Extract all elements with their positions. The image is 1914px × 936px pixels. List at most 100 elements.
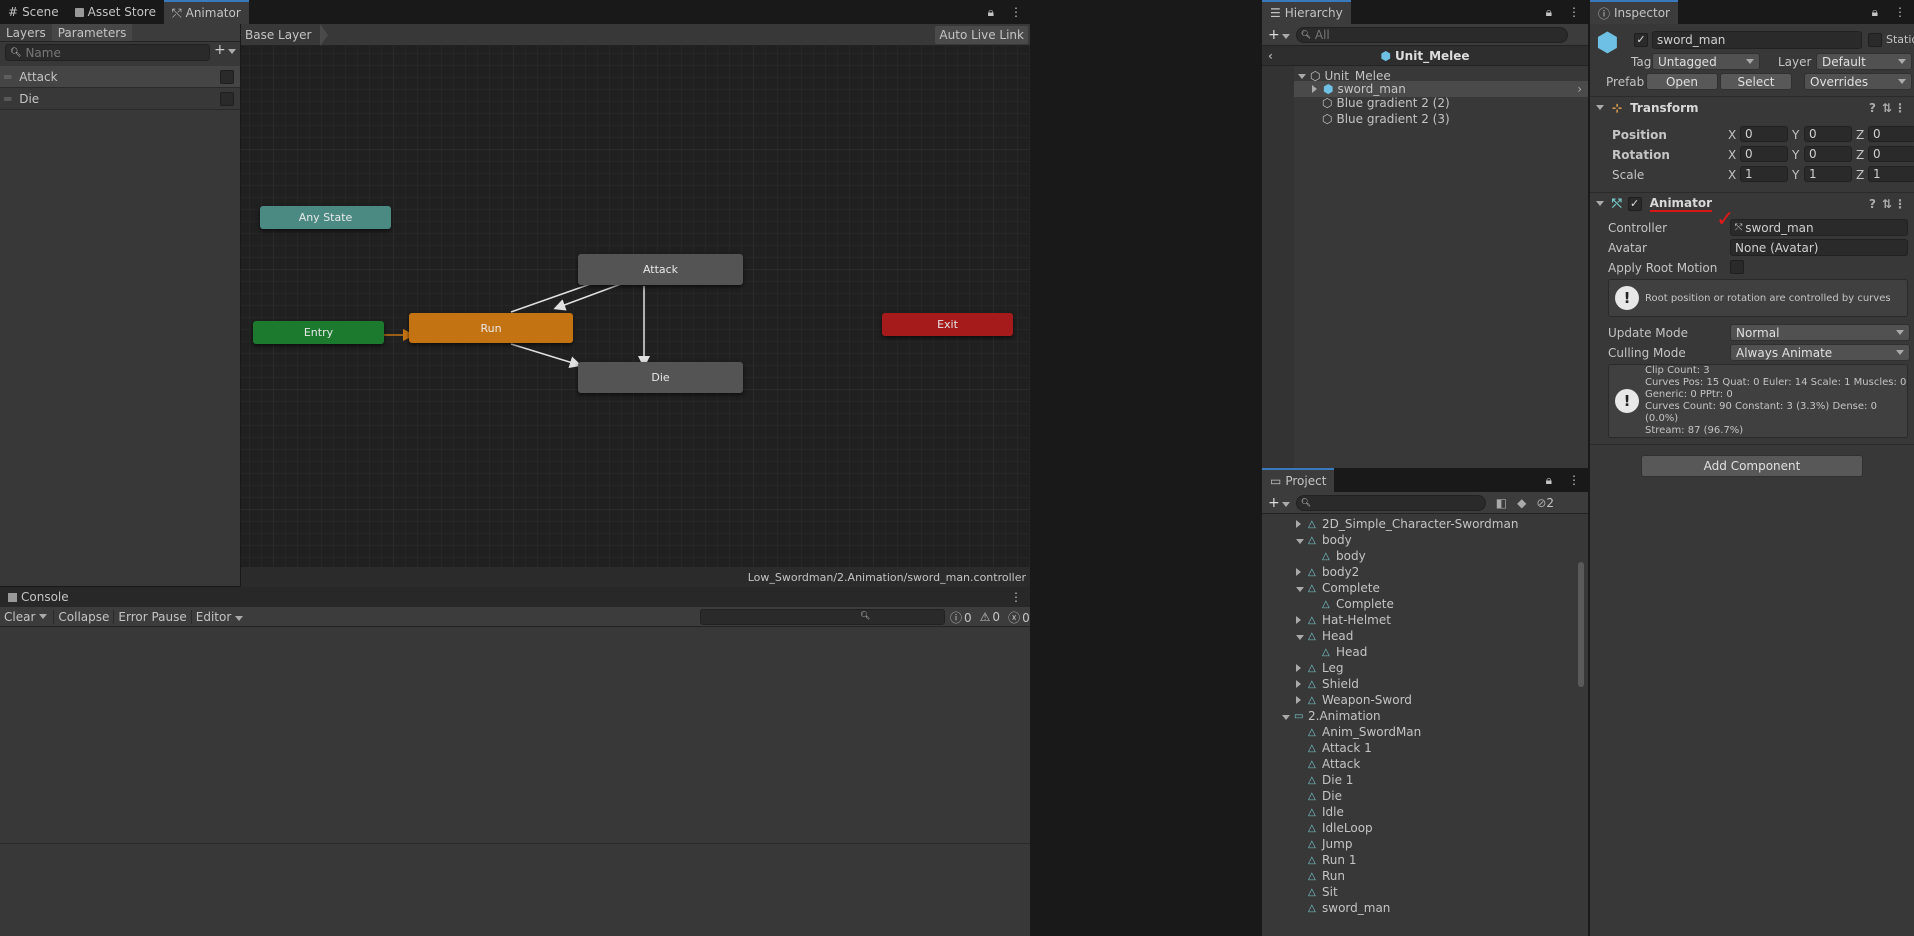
hierarchy-search-input[interactable]: 🔍︎ All: [1295, 26, 1568, 43]
drag-handle-icon[interactable]: ═: [4, 92, 11, 106]
tab-hierarchy[interactable]: ☰ Hierarchy: [1262, 0, 1351, 24]
tag-dropdown[interactable]: Untagged: [1652, 53, 1760, 70]
state-entry[interactable]: Entry: [253, 321, 384, 344]
project-item[interactable]: △ Complete: [1262, 596, 1576, 612]
collapse-arrow-icon[interactable]: [1296, 629, 1308, 643]
add-parameter-button[interactable]: +: [214, 42, 236, 58]
kebab-menu-icon[interactable]: ⋮: [1002, 587, 1030, 607]
animator-enabled-checkbox[interactable]: ✓: [1627, 196, 1642, 211]
tab-animator[interactable]: ⤲ Animator: [164, 0, 249, 24]
project-item[interactable]: △ Head: [1262, 628, 1576, 644]
kebab-menu-icon[interactable]: ⋮: [1002, 0, 1030, 24]
back-arrow-icon[interactable]: ‹: [1268, 49, 1273, 63]
update-mode-dropdown[interactable]: Normal: [1730, 324, 1910, 341]
avatar-field[interactable]: None (Avatar): [1730, 239, 1908, 256]
clear-options-dropdown[interactable]: [39, 614, 48, 619]
collapse-arrow-icon[interactable]: [1282, 709, 1294, 723]
lock-icon[interactable]: 🔒︎: [980, 0, 1002, 24]
preset-icon[interactable]: ⇅: [1882, 197, 1892, 211]
drag-handle-icon[interactable]: ═: [4, 70, 11, 84]
project-item[interactable]: △ IdleLoop: [1262, 820, 1576, 836]
kebab-menu-icon[interactable]: ⋮: [1560, 0, 1588, 24]
project-item[interactable]: △ 2D_Simple_Character-Swordman: [1262, 516, 1576, 532]
object-name-field[interactable]: sword_man: [1652, 31, 1862, 49]
project-item[interactable]: △ Weapon-Sword: [1262, 692, 1576, 708]
project-item[interactable]: △ body: [1262, 532, 1576, 548]
console-info-toggle[interactable]: ⓘ 0: [950, 609, 972, 626]
attack-to-run-transition[interactable]: [553, 283, 622, 311]
expand-arrow-icon[interactable]: [1296, 661, 1308, 675]
project-item[interactable]: △ body2: [1262, 564, 1576, 580]
open-prefab-button[interactable]: Open: [1646, 73, 1718, 90]
transform-scl-field[interactable]: 1: [1868, 166, 1914, 182]
parameter-row-die[interactable]: ═ Die: [0, 88, 240, 110]
lock-icon[interactable]: 🔒︎: [1864, 0, 1886, 24]
project-item[interactable]: △ Complete: [1262, 580, 1576, 596]
project-item[interactable]: △ Idle: [1262, 804, 1576, 820]
tab-parameters[interactable]: Parameters: [51, 24, 133, 41]
lock-icon[interactable]: 🔒︎: [1538, 0, 1560, 24]
culling-mode-dropdown[interactable]: Always Animate: [1730, 344, 1910, 361]
tab-inspector[interactable]: ⓘ Inspector: [1590, 0, 1678, 24]
create-button[interactable]: +: [1268, 27, 1290, 43]
project-search-input[interactable]: 🔍︎: [1295, 494, 1486, 511]
select-prefab-button[interactable]: Select: [1720, 73, 1792, 90]
clear-button[interactable]: Clear: [0, 610, 39, 624]
trigger-checkbox[interactable]: [220, 70, 234, 84]
preset-icon[interactable]: ⇅: [1882, 101, 1892, 115]
scrollbar[interactable]: [1578, 562, 1584, 687]
kebab-menu-icon[interactable]: ⋮: [1886, 0, 1914, 24]
static-checkbox[interactable]: [1868, 33, 1882, 47]
overrides-dropdown[interactable]: Overrides: [1804, 73, 1912, 90]
project-item[interactable]: △ Die: [1262, 788, 1576, 804]
project-item[interactable]: △ Attack 1: [1262, 740, 1576, 756]
project-item[interactable]: △ Run: [1262, 868, 1576, 884]
project-item[interactable]: △ Shield: [1262, 676, 1576, 692]
project-item[interactable]: △ body: [1262, 548, 1576, 564]
kebab-menu-icon[interactable]: ⋮: [1894, 101, 1906, 115]
expand-arrow-icon[interactable]: [1296, 677, 1308, 691]
transform-pos-field[interactable]: 0: [1804, 126, 1852, 142]
project-item[interactable]: △ Run 1: [1262, 852, 1576, 868]
project-item[interactable]: △ Anim_SwordMan: [1262, 724, 1576, 740]
project-item[interactable]: △ Head: [1262, 644, 1576, 660]
console-warning-toggle[interactable]: ⚠ 0: [980, 610, 1000, 624]
expand-arrow-icon[interactable]: [1296, 517, 1308, 531]
state-run[interactable]: Run: [409, 313, 573, 343]
project-item[interactable]: △ Sit: [1262, 884, 1576, 900]
project-item[interactable]: △ Jump: [1262, 836, 1576, 852]
project-item[interactable]: △ Attack: [1262, 756, 1576, 772]
trigger-checkbox[interactable]: [220, 92, 234, 106]
collapse-arrow-icon[interactable]: [1296, 581, 1308, 595]
project-item[interactable]: △ sword_man: [1262, 900, 1576, 916]
active-checkbox[interactable]: ✓: [1634, 33, 1648, 47]
run-to-die-transition[interactable]: [510, 343, 582, 368]
transform-scl-field[interactable]: 1: [1740, 166, 1788, 182]
collapse-arrow-icon[interactable]: [1296, 533, 1308, 547]
animator-component-header[interactable]: ⤲ ✓ Animator ? ⇅ ⋮: [1590, 192, 1914, 214]
kebab-menu-icon[interactable]: ⋮: [1560, 468, 1588, 492]
expand-arrow-icon[interactable]: [1296, 613, 1308, 627]
help-icon[interactable]: ?: [1869, 101, 1876, 115]
state-attack[interactable]: Attack: [578, 254, 743, 285]
project-item[interactable]: △ Hat-Helmet: [1262, 612, 1576, 628]
project-item[interactable]: △ Die 1: [1262, 772, 1576, 788]
state-any-state[interactable]: Any State: [260, 206, 391, 229]
animator-graph[interactable]: 👁︎ Base Layer Auto Live Link Any State E…: [241, 24, 1030, 587]
tab-layers[interactable]: Layers: [0, 24, 52, 41]
transform-pos-field[interactable]: 0: [1868, 126, 1914, 142]
layer-dropdown[interactable]: Default: [1816, 53, 1912, 70]
tab-console[interactable]: Console: [0, 587, 77, 607]
transform-pos-field[interactable]: 0: [1740, 126, 1788, 142]
hierarchy-item-blue-gradient-2[interactable]: ⬡ Blue gradient 2 (2): [1262, 95, 1588, 111]
transform-header[interactable]: ⊹ Transform ? ⇅ ⋮: [1590, 96, 1914, 118]
transform-rot-field[interactable]: 0: [1804, 146, 1852, 162]
tab-scene[interactable]: # Scene: [0, 0, 67, 24]
state-die[interactable]: Die: [578, 362, 743, 393]
create-button[interactable]: +: [1268, 495, 1290, 511]
filter-by-type-icon[interactable]: ◧: [1496, 496, 1507, 510]
tab-asset-store[interactable]: Asset Store: [67, 0, 164, 24]
hierarchy-item-blue-gradient-3[interactable]: ⬡ Blue gradient 2 (3): [1262, 111, 1588, 127]
lock-icon[interactable]: 🔒︎: [1538, 468, 1560, 492]
apply-root-motion-checkbox[interactable]: [1730, 260, 1744, 274]
